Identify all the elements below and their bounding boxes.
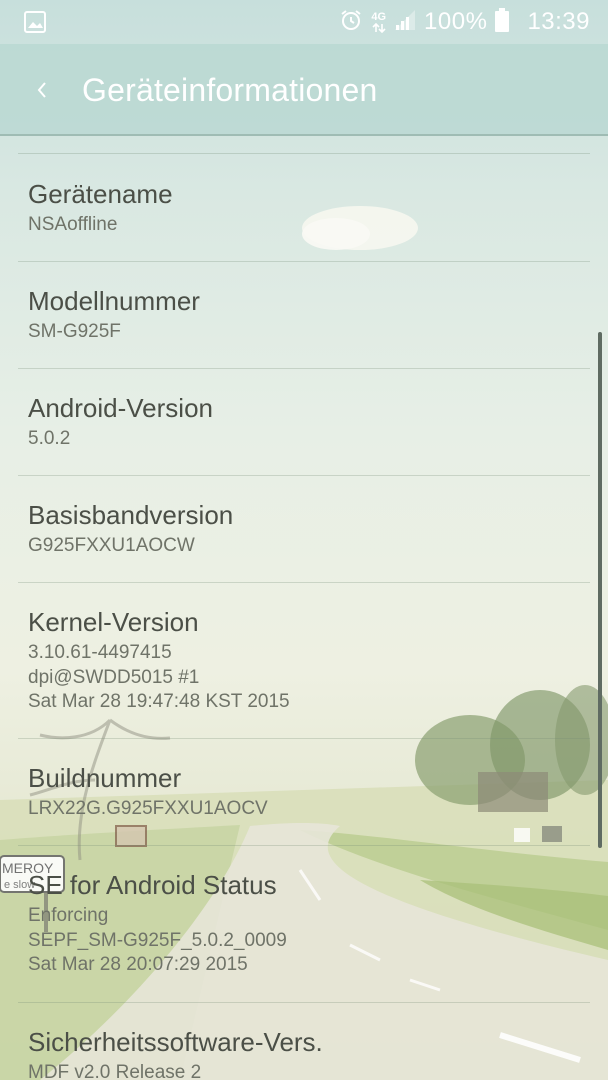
list-divider	[18, 153, 590, 154]
list-item-build-number[interactable]: Buildnummer LRX22G.G925FXXU1AOCV	[28, 762, 588, 822]
list-item-model-number[interactable]: Modellnummer SM-G925F	[28, 285, 588, 345]
list-item-value: 3.10.61-4497415 dpi@SWDD5015 #1 Sat Mar …	[28, 642, 290, 712]
list-divider	[18, 1002, 590, 1003]
list-item-value: MDF v2.0 Release 2	[28, 1062, 202, 1080]
list-divider	[18, 582, 590, 583]
list-item-title: Basisbandversion	[28, 500, 234, 530]
list-item-android-version[interactable]: Android-Version 5.0.2	[28, 392, 588, 452]
list-item-title: Sicherheitssoftware-Vers.	[28, 1027, 323, 1057]
network-type-label: 4G	[371, 10, 387, 23]
list-item-value: SM-G925F	[28, 321, 121, 342]
list-item-title: Modellnummer	[28, 286, 200, 316]
list-item-device-name[interactable]: Gerätename NSAoffline	[28, 178, 588, 238]
page-title: Geräteinformationen	[82, 72, 378, 108]
4g-icon: 4G	[371, 10, 387, 33]
scrollbar[interactable]	[598, 332, 602, 848]
list-item-value: NSAoffline	[28, 214, 118, 235]
list-item-security-software-version[interactable]: Sicherheitssoftware-Vers. MDF v2.0 Relea…	[28, 1026, 588, 1080]
list-item-title: SE for Android Status	[28, 870, 277, 900]
chevron-left-icon	[37, 82, 46, 98]
list-item-se-android-status[interactable]: SE for Android Status Enforcing SEPF_SM-…	[28, 869, 588, 978]
list-item-title: Buildnummer	[28, 763, 182, 793]
list-item-title: Gerätename	[28, 179, 173, 209]
signal-icon	[394, 9, 416, 36]
data-arrows-icon	[372, 22, 386, 33]
app-bar: Geräteinformationen	[0, 44, 608, 136]
battery-percent: 100%	[424, 8, 488, 35]
back-button[interactable]	[22, 70, 62, 110]
list-divider	[18, 845, 590, 846]
list-item-value: 5.0.2	[28, 428, 71, 449]
list-item-title: Android-Version	[28, 393, 213, 423]
status-bar: 4G 100% 13:39	[0, 0, 608, 44]
gallery-icon	[24, 11, 46, 33]
list-divider	[18, 261, 590, 262]
status-time: 13:39	[527, 8, 590, 35]
list-item-kernel-version[interactable]: Kernel-Version 3.10.61-4497415 dpi@SWDD5…	[28, 606, 588, 715]
list-divider	[18, 368, 590, 369]
list-item-title: Kernel-Version	[28, 607, 199, 637]
list-divider	[18, 738, 590, 739]
alarm-icon	[339, 8, 363, 37]
list-item-baseband-version[interactable]: Basisbandversion G925FXXU1AOCW	[28, 499, 588, 559]
list-item-value: LRX22G.G925FXXU1AOCV	[28, 798, 268, 819]
list-item-value: G925FXXU1AOCW	[28, 535, 195, 556]
battery-icon	[495, 7, 510, 37]
list-divider	[18, 475, 590, 476]
list-item-value: Enforcing SEPF_SM-G925F_5.0.2_0009 Sat M…	[28, 905, 287, 975]
device-info-list: Gerätename NSAoffline Modellnummer SM-G9…	[0, 136, 608, 1080]
status-bar-right: 4G 100% 13:39	[339, 6, 590, 38]
